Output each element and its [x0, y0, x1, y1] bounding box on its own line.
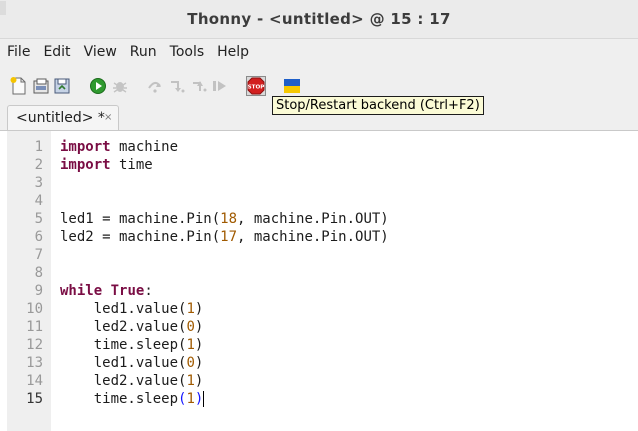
debug-button[interactable]: [110, 76, 130, 96]
line-number: 5: [34, 211, 43, 227]
run-button[interactable]: [88, 76, 108, 96]
step-out-button[interactable]: [189, 76, 209, 96]
code-token: ): [194, 355, 204, 371]
title-bar[interactable]: Thonny - <untitled> @ 15 : 17: [0, 0, 638, 39]
code-token: led1.value(: [60, 355, 187, 371]
code-text[interactable]: while True:: [60, 282, 153, 300]
code-text[interactable]: time.sleep(1): [60, 336, 204, 354]
editor-tab-bar: <untitled> * ×: [0, 104, 638, 131]
window-title: Thonny - <untitled> @ 15 : 17: [187, 10, 451, 28]
step-over-icon: [148, 82, 161, 93]
code-token: time.sleep: [60, 391, 179, 407]
code-text[interactable]: led2.value(1): [60, 372, 204, 390]
open-file-button[interactable]: [31, 76, 51, 96]
line-number: 2: [34, 157, 43, 173]
open-folder-icon: [33, 78, 49, 94]
menu-edit[interactable]: Edit: [36, 39, 76, 65]
code-token: ): [194, 373, 204, 389]
line-number: 11: [26, 319, 43, 335]
code-token: led2.value(: [60, 319, 187, 335]
number-token: 1: [186, 301, 195, 317]
stop-button[interactable]: STOP: [246, 76, 266, 96]
support-ukraine-button[interactable]: [282, 76, 302, 96]
tab-untitled[interactable]: <untitled> * ×: [7, 105, 119, 131]
line-number: 4: [34, 193, 43, 209]
keyword-token: import: [60, 157, 111, 173]
debug-icon: [113, 82, 127, 93]
code-text[interactable]: led2 = machine.Pin(17, machine.Pin.OUT): [60, 228, 389, 246]
code-token: led2 = machine.Pin(: [60, 229, 221, 245]
code-token: ): [194, 337, 204, 353]
ukraine-flag-icon: [284, 79, 300, 93]
tab-label: <untitled> *: [16, 110, 105, 126]
code-token: time: [110, 157, 153, 173]
number-token: 1: [186, 337, 195, 353]
code-text[interactable]: led1 = machine.Pin(18, machine.Pin.OUT): [60, 210, 389, 228]
step-out-icon: [193, 81, 207, 92]
stop-icon-text: STOP: [248, 84, 265, 90]
save-file-button[interactable]: [52, 76, 72, 96]
code-text[interactable]: import time: [60, 156, 153, 174]
keyword-token: import: [60, 139, 111, 155]
resume-icon: [213, 81, 226, 91]
number-token: 0: [186, 319, 195, 335]
line-number: 15: [26, 391, 43, 407]
code-text[interactable]: led1.value(1): [60, 300, 204, 318]
line-number: 1: [34, 139, 43, 155]
line-number: 13: [26, 355, 43, 371]
number-token: 1: [186, 373, 195, 389]
stop-icon: STOP: [246, 76, 266, 96]
keyword-token: True: [110, 283, 145, 299]
line-number: 14: [26, 373, 43, 389]
line-number: 9: [34, 283, 43, 299]
run-icon: [90, 78, 106, 94]
menu-run[interactable]: Run: [123, 39, 163, 65]
menu-tools[interactable]: Tools: [163, 39, 211, 65]
menu-view[interactable]: View: [77, 39, 123, 65]
code-token: ): [194, 319, 204, 335]
line-number: 3: [34, 175, 43, 191]
step-over-button[interactable]: [145, 76, 165, 96]
menu-file[interactable]: File: [0, 39, 36, 65]
close-icon[interactable]: ×: [104, 112, 112, 123]
code-token: led1 = machine.Pin(: [60, 211, 221, 227]
code-token: :: [144, 283, 153, 299]
new-file-button[interactable]: [9, 76, 29, 96]
keyword-token: while: [60, 283, 103, 299]
step-into-button[interactable]: [167, 76, 187, 96]
code-token: , machine.Pin.OUT): [237, 229, 389, 245]
menu-bar: File Edit View Run Tools Help: [0, 39, 638, 65]
number-token: 0: [186, 355, 195, 371]
resume-button[interactable]: [210, 76, 230, 96]
number-token: 18: [220, 211, 238, 227]
line-number: 10: [26, 301, 43, 317]
code-editor[interactable]: 1 import machine 2 import time 3 4 5 led1 = mac…: [0, 130, 638, 431]
step-into-icon: [171, 81, 185, 93]
line-number: 7: [34, 247, 43, 263]
code-token: , machine.Pin.OUT): [237, 211, 389, 227]
save-icon: [54, 78, 70, 94]
new-file-icon: [10, 77, 26, 95]
code-token: machine: [110, 139, 179, 155]
text-cursor: [203, 391, 204, 407]
code-token: time.sleep(: [60, 337, 187, 353]
code-text[interactable]: time.sleep(1): [60, 390, 204, 408]
line-number: 8: [34, 265, 43, 281]
line-number: 12: [26, 337, 43, 353]
code-text[interactable]: led1.value(0): [60, 354, 204, 372]
number-token: 1: [186, 391, 195, 407]
menu-help[interactable]: Help: [210, 39, 255, 65]
code-text[interactable]: import machine: [60, 138, 178, 156]
code-token: ): [194, 301, 204, 317]
number-token: 17: [220, 229, 238, 245]
code-text[interactable]: led2.value(0): [60, 318, 204, 336]
line-number: 6: [34, 229, 43, 245]
code-token: led1.value(: [60, 301, 187, 317]
code-token: led2.value(: [60, 373, 187, 389]
